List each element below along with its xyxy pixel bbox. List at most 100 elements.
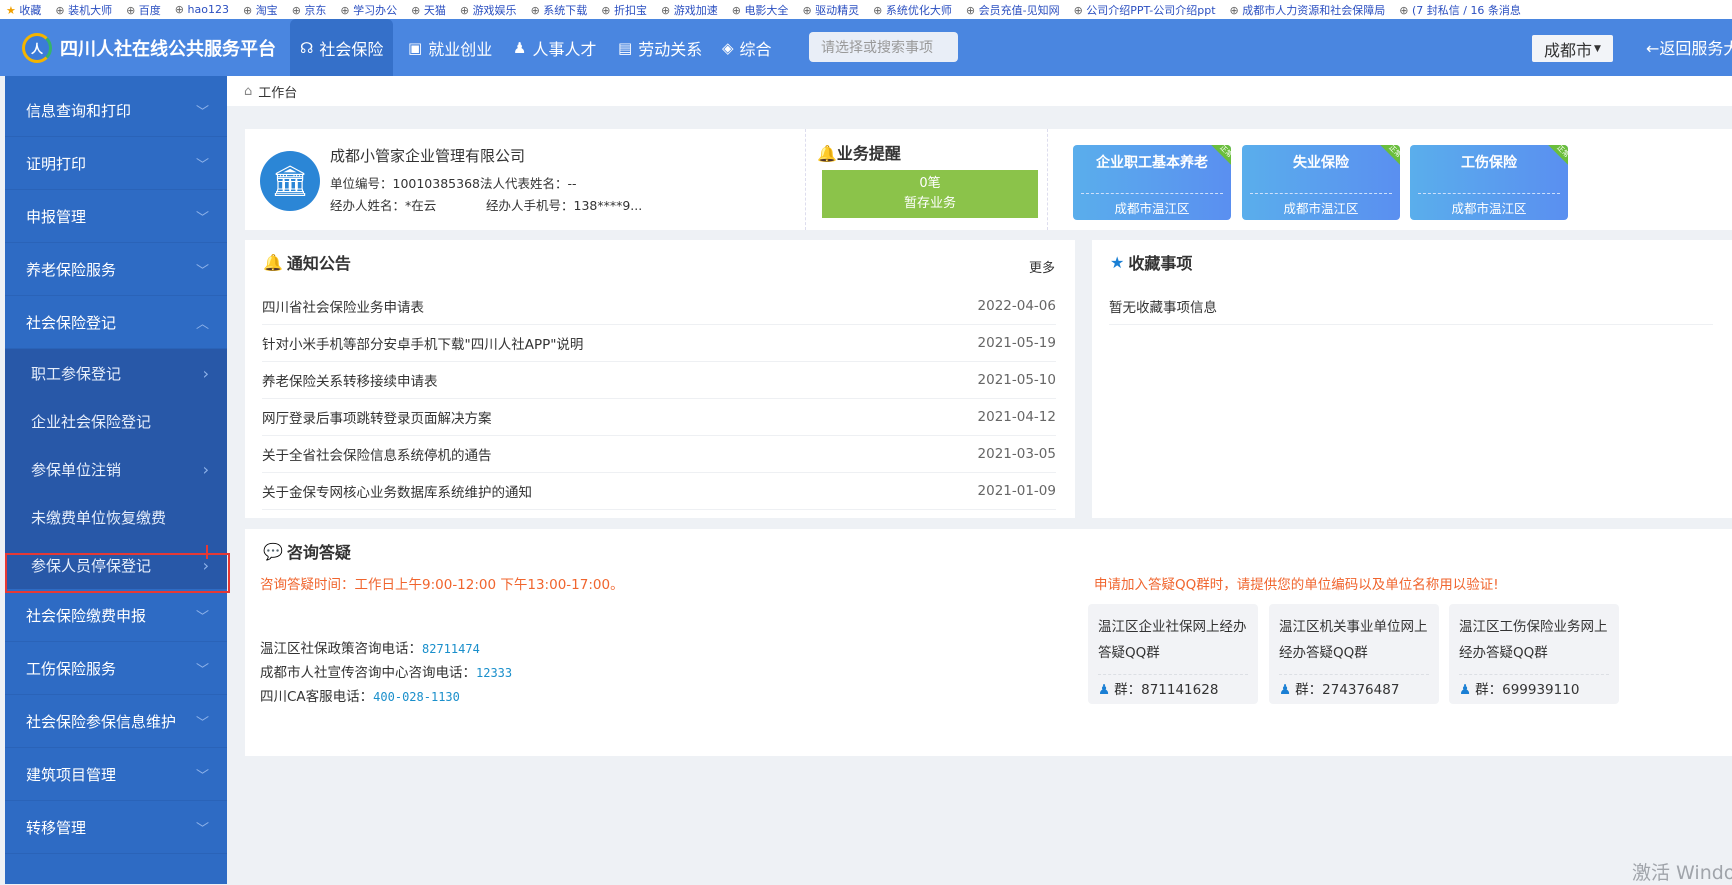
sidebar-item[interactable]: 社会保险登记 ︿ [5, 296, 227, 349]
notice-row[interactable]: 网厅登录后事项跳转登录页面解决方案 2021-04-12 [262, 399, 1056, 436]
notice-title[interactable]: 关于全省社会保险信息系统停机的通告 [262, 444, 492, 464]
bookmark-item[interactable]: 系统优化大师 [873, 2, 952, 18]
bookmark-item[interactable]: 装机大师 [55, 2, 112, 18]
bookmark-item[interactable]: 成都市人力资源和社会保障局 [1230, 2, 1385, 18]
sidebar-item[interactable]: 工伤保险服务 ﹀ [5, 642, 227, 695]
bookmark-item[interactable]: 淘宝 [243, 2, 278, 18]
insurance-name: 工伤保险 [1461, 155, 1517, 171]
sidebar-item[interactable]: 证明打印 ﹀ [5, 137, 227, 190]
qq-group-card[interactable]: 温江区企业社保网上经办答疑QQ群 ♟ 群：871141628 [1088, 604, 1258, 704]
consult-title: 💬 咨询答疑 [263, 539, 351, 563]
nav-label: 劳动关系 [638, 39, 703, 59]
phone-label: 四川CA客服电话： [260, 689, 374, 705]
bookmark-item[interactable]: (7 封私信 / 16 条消息 [1399, 2, 1521, 18]
back-to-hall-link[interactable]: ←返回服务大厅 [1646, 35, 1732, 59]
qq-group-card[interactable]: 温江区工伤保险业务网上经办答疑QQ群 ♟ 群：699939110 [1449, 604, 1619, 704]
sidebar-item-label: 信息查询和打印 [26, 101, 132, 120]
bookmark-item[interactable]: 天猫 [411, 2, 446, 18]
phone-line: 成都市人社宣传咨询中心咨询电话：12333 [260, 661, 512, 681]
sidebar-item[interactable]: 信息查询和打印 ﹀ [5, 84, 227, 137]
consult-hours: 咨询答疑时间：工作日上午9:00-12:00 下午13:00-17:00。 [260, 577, 624, 593]
notice-title[interactable]: 四川省社会保险业务申请表 [262, 296, 424, 316]
company-card: 🏛 成都小管家企业管理有限公司 单位编号：10010385368法人代表姓名：-… [245, 129, 1732, 230]
sidebar-subitem[interactable]: 未缴费单位恢复缴费 [5, 493, 227, 541]
insurance-card[interactable]: 企业职工基本养老 成都市温江区 正常 [1073, 145, 1231, 220]
highlight-box [5, 553, 230, 593]
breadcrumb-current[interactable]: 工作台 [258, 82, 297, 101]
dashed-divider [1081, 193, 1223, 194]
notice-row[interactable]: 四川省社会保险业务申请表 2022-04-06 [262, 288, 1056, 325]
phone-line: 四川CA客服电话：400-028-1130 [260, 685, 460, 705]
sidebar-item[interactable]: 养老保险服务 ﹀ [5, 243, 227, 296]
qq-note: 申请加入答疑QQ群时，请提供您的单位编码以及单位名称用以验证! [1094, 577, 1499, 593]
qq-group-line: ♟ 群：274376487 [1279, 674, 1429, 703]
breadcrumb: ⌂ 工作台 [227, 76, 1732, 106]
city-select[interactable]: 成都市 ▼ [1532, 35, 1613, 62]
sidebar-item[interactable]: 建筑项目管理 ﹀ [5, 748, 227, 801]
bookmark-item[interactable]: 学习办公 [340, 2, 397, 18]
notice-title[interactable]: 网厅登录后事项跳转登录页面解决方案 [262, 407, 492, 427]
sidebar-item-label: 申报管理 [26, 207, 87, 226]
nav-label: 综合 [739, 39, 772, 59]
bookmark-item[interactable]: 折扣宝 [601, 2, 647, 18]
notice-title[interactable]: 养老保险关系转移接续申请表 [262, 370, 438, 390]
sidebar-subitem[interactable]: 职工参保登记 › [5, 349, 227, 397]
qq-group-name: 温江区机关事业单位网上经办答疑QQ群 [1279, 619, 1428, 661]
notice-row[interactable]: 关于全省社会保险信息系统停机的通告 2021-03-05 [262, 436, 1056, 473]
bookmark-item[interactable]: 驱动精灵 [802, 2, 859, 18]
bookmark-item[interactable]: 系统下载 [531, 2, 587, 18]
chevron-right-icon: › [202, 459, 209, 479]
notice-title[interactable]: 针对小米手机等部分安卓手机下载"四川人社APP"说明 [262, 333, 583, 353]
notice-title[interactable]: 关于金保专网核心业务数据库系统维护的通知 [262, 481, 532, 501]
sidebar-item[interactable]: 社会保险缴费申报 ﹀ [5, 589, 227, 642]
notice-row[interactable]: 针对小米手机等部分安卓手机下载"四川人社APP"说明 2021-05-19 [262, 325, 1056, 362]
nav-general[interactable]: ◈ 综合 [712, 19, 782, 76]
insurance-card[interactable]: 工伤保险 成都市温江区 正常 [1410, 145, 1568, 220]
bookmark-item[interactable]: 公司介绍PPT-公司介绍ppt [1074, 2, 1215, 18]
sidebar-item[interactable]: 申报管理 ﹀ [5, 190, 227, 243]
home-icon[interactable]: ⌂ [244, 84, 252, 99]
sidebar: 信息查询和打印 ﹀ 证明打印 ﹀ 申报管理 ﹀ 养老保险服务 ﹀ 社会保险登记 ︿ 职工参保登记 › 企… [5, 76, 227, 884]
sidebar-item[interactable]: 转移管理 ﹀ [5, 801, 227, 854]
phone-number[interactable]: 400-028-1130 [373, 690, 460, 704]
bookmark-item[interactable]: 会员充值-见知网 [966, 2, 1060, 18]
sidebar-subitem[interactable]: 企业社会保险登记 [5, 397, 227, 445]
reminder-title: 🔔业务提醒 [817, 140, 901, 164]
bookmark-item[interactable]: hao123 [175, 3, 229, 16]
briefcase-icon: ▣ [408, 38, 423, 57]
qq-group-card[interactable]: 温江区机关事业单位网上经办答疑QQ群 ♟ 群：274376487 [1269, 604, 1439, 704]
chevron-down-icon: ﹀ [195, 104, 209, 120]
bell-icon: 🔔 [817, 144, 837, 163]
company-name: 成都小管家企业管理有限公司 [330, 147, 526, 165]
draft-business-button[interactable]: 0笔 暂存业务 [822, 170, 1038, 218]
nav-social-insurance[interactable]: ☊ 社会保险 [290, 19, 394, 76]
sidebar-subitem-label: 企业社会保险登记 [31, 412, 152, 431]
insurance-name: 企业职工基本养老 [1096, 155, 1208, 171]
phone-number[interactable]: 12333 [476, 666, 512, 680]
notice-row[interactable]: 关于金保专网核心业务数据库系统维护的通知 2021-01-09 [262, 473, 1056, 510]
nav-labor[interactable]: ▤ 劳动关系 [608, 19, 712, 76]
bell-icon: 🔔 [263, 252, 283, 272]
insurance-card[interactable]: 失业保险 成都市温江区 正常 [1242, 145, 1400, 220]
notice-row[interactable]: 养老保险关系转移接续申请表 2021-05-10 [262, 362, 1056, 399]
bookmark-item[interactable]: 收藏 [6, 2, 41, 18]
phone-number[interactable]: 82711474 [422, 642, 480, 656]
nav-employment[interactable]: ▣ 就业创业 [398, 19, 502, 76]
bookmark-item[interactable]: 游戏加速 [661, 2, 718, 18]
bookmark-item[interactable]: 电影大全 [732, 2, 788, 18]
logo[interactable]: 人四川人社在线公共服务平台 [22, 33, 276, 63]
sidebar-subitem[interactable]: 参保单位注销 › [5, 445, 227, 493]
nav-talent[interactable]: ♟ 人事人才 [503, 19, 606, 76]
search-input[interactable]: 请选择或搜索事项 [809, 32, 958, 62]
bookmark-item[interactable]: 游戏娱乐 [460, 2, 517, 18]
sidebar-item[interactable]: 社会保险参保信息维护 ﹀ [5, 695, 227, 748]
qq-group-number: 群：699939110 [1475, 682, 1580, 698]
sidebar-item-label: 转移管理 [26, 818, 87, 837]
chevron-up-icon: ︿ [195, 316, 209, 332]
caret-down-icon: ▼ [1594, 43, 1601, 54]
bookmark-item[interactable]: 百度 [126, 2, 161, 18]
bookmark-item[interactable]: 京东 [292, 2, 326, 18]
phone-line: 温江区社保政策咨询电话：82711474 [260, 637, 480, 657]
more-link[interactable]: 更多 [1029, 257, 1055, 276]
agent-name: 经办人姓名：*在云 [330, 198, 437, 213]
